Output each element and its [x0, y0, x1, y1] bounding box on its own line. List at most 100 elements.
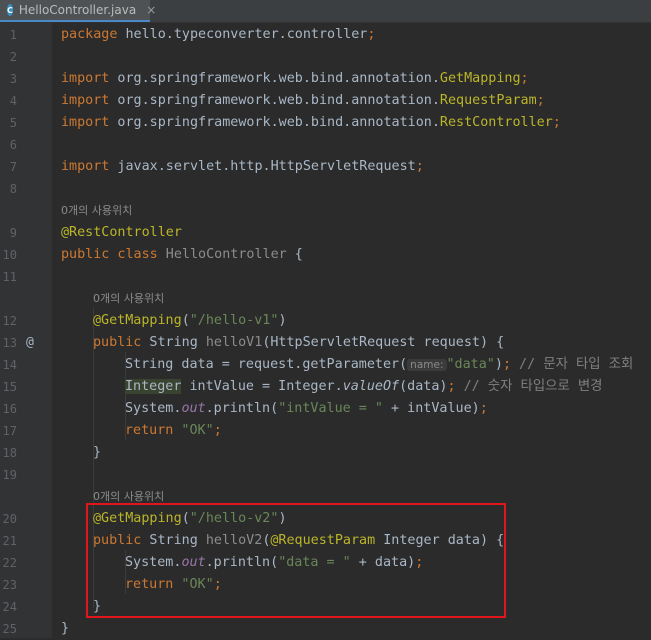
line-number: 3 [9, 72, 17, 86]
annotation: @GetMapping [93, 313, 182, 328]
line-number: 24 [2, 600, 17, 614]
line-number: 5 [9, 116, 17, 130]
keyword: import [61, 93, 110, 108]
string-literal: "intValue = " [278, 401, 383, 416]
string-literal: "OK" [173, 423, 214, 438]
static-field: out [181, 401, 206, 416]
line-number: 14 [2, 358, 17, 372]
keyword: import [61, 159, 110, 174]
expression: + intValue) [383, 401, 480, 416]
return-type: String [141, 533, 206, 548]
line-number: 1 [9, 28, 17, 42]
keyword: public [93, 533, 142, 548]
static-field: out [181, 555, 206, 570]
request-mapping-gutter-icon[interactable]: @ [26, 332, 34, 354]
line-number: 10 [2, 248, 17, 262]
brace: { [286, 247, 303, 262]
usage-hint-row: 0개의 사용위치 [0, 486, 651, 508]
semicolon: ; [520, 71, 529, 86]
comment: // 숫자 타입으로 변경 [455, 379, 603, 394]
code-line-9: 9 @RestController [0, 222, 651, 244]
code-line-8: 8 [0, 178, 651, 200]
semicolon: ; [447, 379, 456, 394]
semicolon: ; [367, 27, 376, 42]
usage-hint[interactable]: 0개의 사용위치 [93, 288, 164, 310]
package-name: hello.typeconverter.controller [117, 27, 368, 42]
string-literal: "OK" [173, 577, 214, 592]
close-tab-icon[interactable]: × [146, 3, 156, 17]
line-number: 6 [9, 138, 17, 152]
tab-hello-controller[interactable]: C HelloController.java × [0, 0, 156, 22]
expression: + data) [350, 555, 416, 570]
parameter-hint: name: [407, 359, 447, 371]
keyword: import [61, 115, 110, 130]
usage-hint[interactable]: 0개의 사용위치 [61, 200, 132, 222]
parameters: Integer data) { [375, 533, 505, 548]
keyword: package [61, 27, 118, 42]
keyword: public class [61, 247, 158, 262]
annotation-class: RequestParam [439, 93, 537, 108]
return-type: String [141, 335, 206, 350]
paren: ) [278, 511, 287, 526]
annotation: @RequestParam [270, 533, 376, 548]
method-call: .println( [205, 401, 279, 416]
semicolon: ; [552, 115, 561, 130]
code-line-16: 16 System.out.println("intValue = " + in… [0, 398, 651, 420]
line-number: 22 [2, 556, 17, 570]
code-line-2: 2 [0, 46, 651, 68]
annotation: @RestController [61, 225, 182, 240]
line-number: 13 [2, 336, 17, 350]
line-number: 4 [9, 94, 17, 108]
usage-hint[interactable]: 0개의 사용위치 [93, 486, 164, 508]
code-line-19: 19 [0, 464, 651, 486]
import-path: org.springframework.web.bind.annotation. [109, 93, 440, 108]
brace: } [93, 599, 102, 614]
line-number: 2 [9, 50, 17, 64]
code-line-20: 20 @GetMapping("/hello-v2") [0, 508, 651, 530]
statement: String data = request.getParameter( [125, 357, 408, 372]
static-method: valueOf [342, 379, 400, 394]
line-number: 9 [9, 226, 17, 240]
brace: } [61, 621, 70, 636]
annotation-class: GetMapping [439, 71, 521, 86]
semicolon: ; [213, 577, 222, 592]
code-line-5: 5 import org.springframework.web.bind.an… [0, 112, 651, 134]
semicolon: ; [213, 423, 222, 438]
paren: ( [181, 511, 190, 526]
code-line-21: 21 public String helloV2(@RequestParam I… [0, 530, 651, 552]
method-name: helloV1 [205, 335, 263, 350]
method-call: .println( [205, 555, 279, 570]
code-line-6: 6 [0, 134, 651, 156]
paren: ) [494, 357, 503, 372]
code-line-15: 15 Integer intValue = Integer.valueOf(da… [0, 376, 651, 398]
semicolon: ; [479, 401, 488, 416]
code-line-12: 12 @GetMapping("/hello-v1") [0, 310, 651, 332]
line-number: 17 [2, 424, 17, 438]
code-line-7: 7 import javax.servlet.http.HttpServletR… [0, 156, 651, 178]
line-number: 12 [2, 314, 17, 328]
annotation-class: RestController [439, 115, 553, 130]
string-literal: "/hello-v2" [189, 511, 279, 526]
parameters: (HttpServletRequest request) { [262, 335, 505, 350]
line-number: 19 [2, 468, 17, 482]
comment: // 문자 타입 조회 [511, 357, 634, 372]
code-line-14: 14 String data = request.getParameter(na… [0, 354, 651, 376]
keyword: return [125, 577, 174, 592]
import-path: org.springframework.web.bind.annotation. [109, 115, 440, 130]
code-line-4: 4 import org.springframework.web.bind.an… [0, 90, 651, 112]
code-line-1: 1 package hello.typeconverter.controller… [0, 24, 651, 46]
semicolon: ; [415, 555, 424, 570]
tab-label: HelloController.java [18, 3, 137, 17]
usage-hint-row: 0개의 사용위치 [0, 200, 651, 222]
code-line-11: 11 [0, 266, 651, 288]
line-number: 15 [2, 380, 17, 394]
line-number: 21 [2, 534, 17, 548]
method-name: helloV2 [205, 533, 263, 548]
line-number: 8 [9, 182, 17, 196]
keyword: return [125, 423, 174, 438]
code-line-13: 13 @ public String helloV1(HttpServletRe… [0, 332, 651, 354]
line-number: 23 [2, 578, 17, 592]
line-number: 7 [9, 160, 17, 174]
code-line-23: 23 return "OK"; [0, 574, 651, 596]
statement: intValue = Integer. [181, 379, 343, 394]
